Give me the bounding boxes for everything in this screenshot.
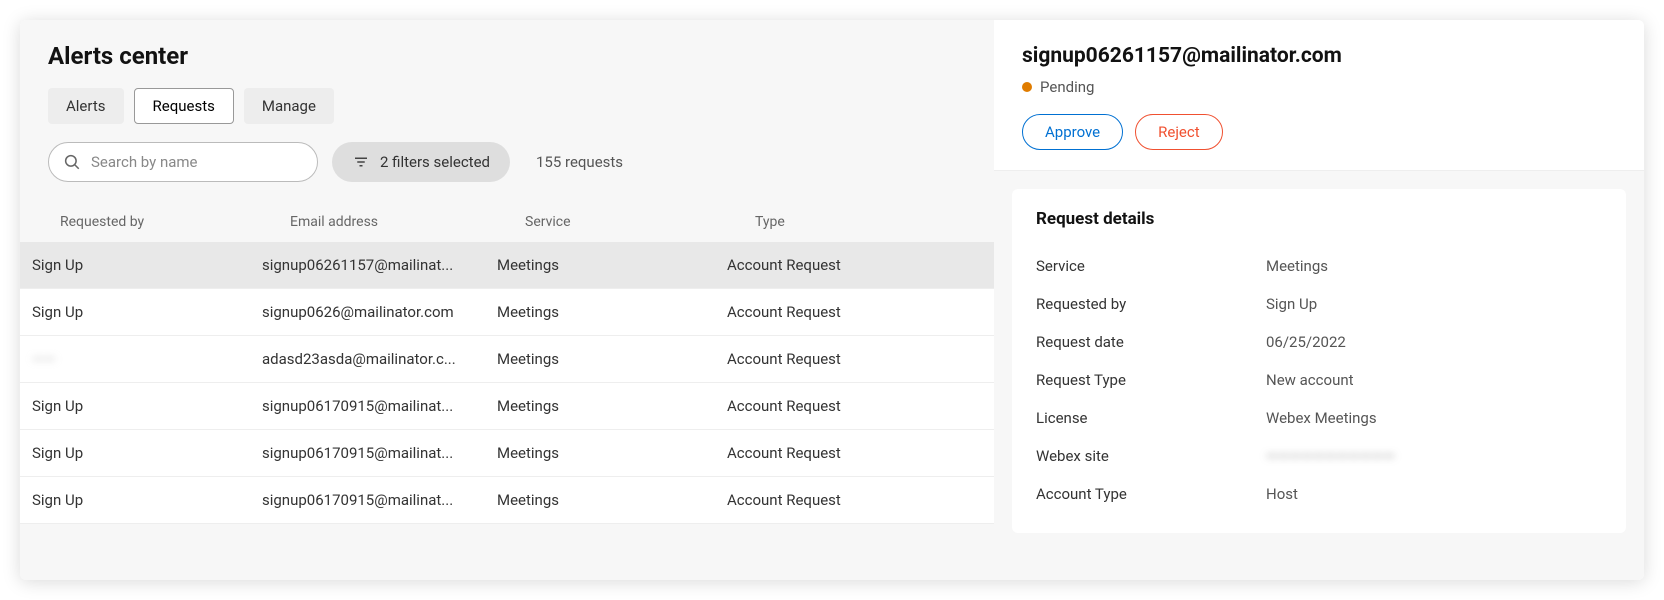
detail-value: ——————————— (1266, 447, 1395, 465)
cell-email: signup0626@mailinator.com (262, 303, 497, 321)
detail-label: Requested by (1036, 295, 1266, 313)
cell-type: Account Request (727, 397, 994, 415)
col-header-email[interactable]: Email address (290, 214, 525, 230)
col-header-type[interactable]: Type (755, 214, 982, 230)
detail-row: Request date06/25/2022 (1036, 323, 1602, 361)
col-header-requested-by[interactable]: Requested by (60, 214, 290, 230)
filter-icon (352, 153, 370, 171)
detail-value: Host (1266, 485, 1298, 503)
cell-service: Meetings (497, 350, 727, 368)
cell-requested-by: —— (32, 350, 262, 368)
filters-button[interactable]: 2 filters selected (332, 142, 510, 182)
approve-button[interactable]: Approve (1022, 114, 1123, 150)
table-body: Sign Upsignup06261157@mailinat...Meeting… (20, 242, 994, 524)
detail-label: Account Type (1036, 485, 1266, 503)
right-panel: signup06261157@mailinator.com Pending Ap… (994, 20, 1644, 580)
cell-type: Account Request (727, 444, 994, 462)
table-row[interactable]: Sign Upsignup0626@mailinator.comMeetings… (20, 289, 994, 336)
page-title: Alerts center (48, 42, 982, 70)
cell-type: Account Request (727, 350, 994, 368)
reject-button[interactable]: Reject (1135, 114, 1223, 150)
table-row[interactable]: ——adasd23asda@mailinator.c...MeetingsAcc… (20, 336, 994, 383)
detail-label: Request date (1036, 333, 1266, 351)
detail-value: Sign Up (1266, 295, 1317, 313)
action-row: Approve Reject (1022, 114, 1616, 150)
detail-row: Webex site——————————— (1036, 437, 1602, 475)
cell-service: Meetings (497, 444, 727, 462)
status-label: Pending (1040, 78, 1094, 96)
left-panel: Alerts center Alerts Requests Manage 2 fil… (20, 20, 994, 580)
card-title: Request details (1036, 209, 1602, 229)
detail-fields: ServiceMeetingsRequested bySign UpReques… (1036, 247, 1602, 513)
detail-title: signup06261157@mailinator.com (1022, 44, 1616, 68)
table-row[interactable]: Sign Upsignup06170915@mailinat...Meeting… (20, 430, 994, 477)
cell-requested-by: Sign Up (32, 397, 262, 415)
cell-email: signup06170915@mailinat... (262, 444, 497, 462)
cell-email: adasd23asda@mailinator.c... (262, 350, 497, 368)
detail-label: Request Type (1036, 371, 1266, 389)
detail-row: LicenseWebex Meetings (1036, 399, 1602, 437)
cell-type: Account Request (727, 491, 994, 509)
filters-button-label: 2 filters selected (380, 153, 490, 171)
cell-requested-by: Sign Up (32, 491, 262, 509)
cell-type: Account Request (727, 256, 994, 274)
toolbar: 2 filters selected 155 requests (48, 142, 982, 182)
detail-label: Webex site (1036, 447, 1266, 465)
cell-requested-by: Sign Up (32, 256, 262, 274)
cell-service: Meetings (497, 491, 727, 509)
detail-row: Account TypeHost (1036, 475, 1602, 513)
results-count: 155 requests (536, 153, 623, 171)
detail-row: ServiceMeetings (1036, 247, 1602, 285)
cell-requested-by: Sign Up (32, 303, 262, 321)
cell-type: Account Request (727, 303, 994, 321)
search-field-wrapper[interactable] (48, 142, 318, 182)
table-row[interactable]: Sign Upsignup06261157@mailinat...Meeting… (20, 242, 994, 289)
request-details-card: Request details ServiceMeetingsRequested… (1012, 189, 1626, 533)
search-icon (63, 153, 81, 171)
search-input[interactable] (91, 153, 303, 171)
cell-email: signup06170915@mailinat... (262, 491, 497, 509)
detail-value: Meetings (1266, 257, 1328, 275)
table-header: Requested by Email address Service Type (48, 200, 982, 242)
tab-alerts[interactable]: Alerts (48, 88, 124, 124)
col-header-service[interactable]: Service (525, 214, 755, 230)
cell-email: signup06170915@mailinat... (262, 397, 497, 415)
detail-header: signup06261157@mailinator.com Pending Ap… (994, 20, 1644, 171)
status-dot-icon (1022, 82, 1032, 92)
cell-service: Meetings (497, 256, 727, 274)
status-row: Pending (1022, 78, 1616, 96)
tab-manage[interactable]: Manage (244, 88, 334, 124)
cell-requested-by: Sign Up (32, 444, 262, 462)
cell-service: Meetings (497, 303, 727, 321)
detail-value: 06/25/2022 (1266, 333, 1346, 351)
detail-value: New account (1266, 371, 1354, 389)
detail-body: Request details ServiceMeetingsRequested… (994, 171, 1644, 580)
detail-label: License (1036, 409, 1266, 427)
tab-requests[interactable]: Requests (134, 88, 234, 124)
cell-service: Meetings (497, 397, 727, 415)
detail-value: Webex Meetings (1266, 409, 1377, 427)
detail-row: Requested bySign Up (1036, 285, 1602, 323)
alerts-center-container: Alerts center Alerts Requests Manage 2 fil… (20, 20, 1644, 580)
table-row[interactable]: Sign Upsignup06170915@mailinat...Meeting… (20, 383, 994, 430)
cell-email: signup06261157@mailinat... (262, 256, 497, 274)
table-row[interactable]: Sign Upsignup06170915@mailinat...Meeting… (20, 477, 994, 524)
detail-label: Service (1036, 257, 1266, 275)
tabs: Alerts Requests Manage (48, 88, 982, 124)
detail-row: Request TypeNew account (1036, 361, 1602, 399)
